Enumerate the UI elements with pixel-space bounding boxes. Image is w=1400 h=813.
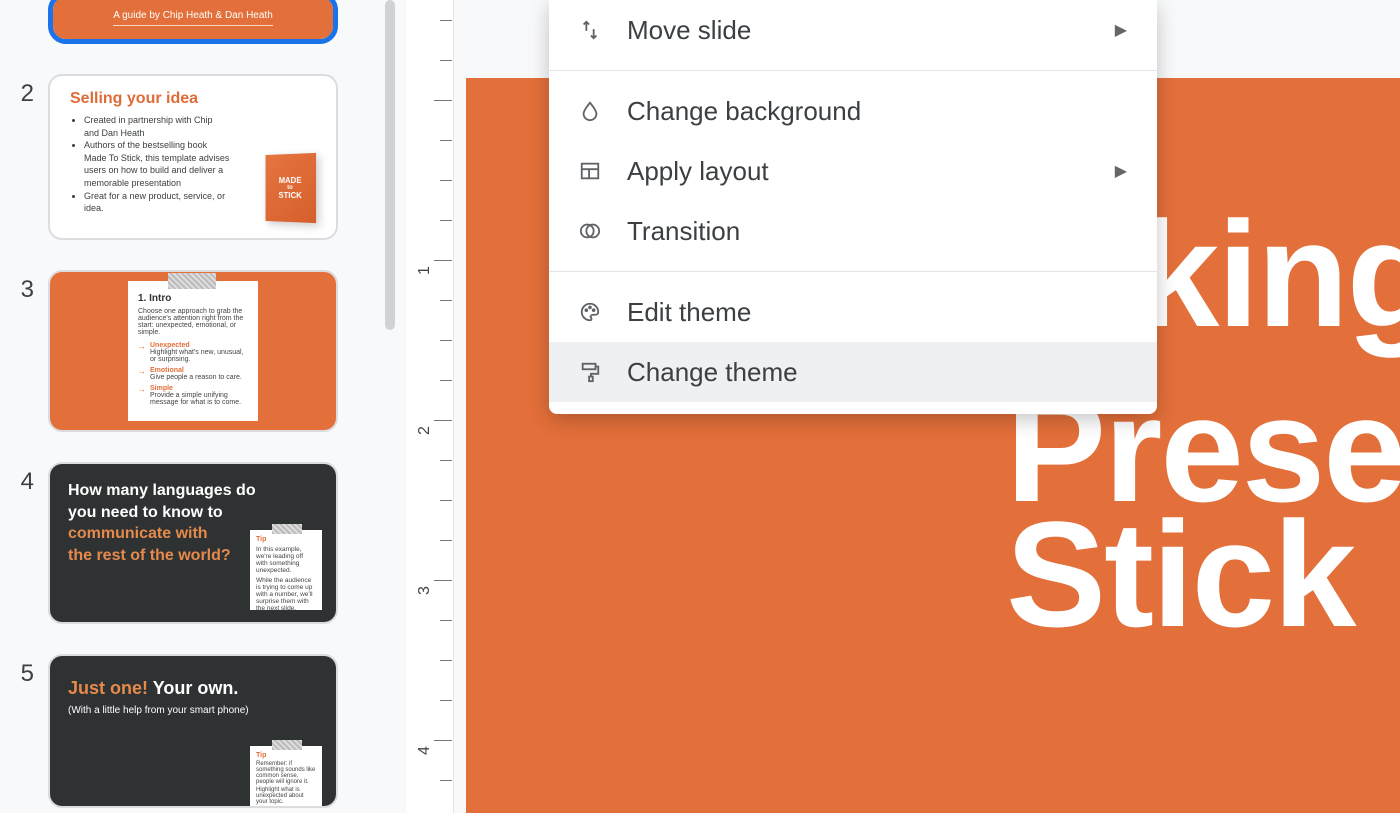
slide3-note-card: 1. Intro Choose one approach to grab the… (128, 281, 258, 421)
thumbnail-row-3: 3 1. Intro Choose one approach to grab t… (0, 270, 368, 432)
submenu-arrow-icon: ▶ (1115, 20, 1127, 40)
slide3-desc: Give people a reason to care. (150, 374, 242, 381)
thumbnail-number: 3 (0, 270, 48, 304)
slide-thumbnail-panel: A guide by Chip Heath & Dan Heath 2 Sell… (0, 0, 380, 813)
slide4-line: communicate with (68, 525, 208, 542)
slide3-heading: 1. Intro (138, 293, 248, 304)
menu-item-transition[interactable]: Transition (549, 201, 1157, 261)
thumbnail-row-5: 5 Just one! Your own. (With a little hel… (0, 654, 368, 808)
slide5-title: Just one! Your own. (68, 678, 318, 699)
canvas-title-fragment: Stick (1006, 488, 1355, 661)
canvas-title-fragment: king (1136, 188, 1400, 361)
transition-icon (579, 220, 627, 242)
slide3-lead: Choose one approach to grab the audience… (138, 308, 248, 336)
menu-item-move-slide[interactable]: Move slide ▶ (549, 0, 1157, 60)
thumbnail-scrollbar-thumb[interactable] (385, 0, 395, 330)
move-slide-icon (579, 19, 627, 41)
tip-text: Remember: if something sounds like commo… (256, 761, 316, 785)
menu-label: Edit theme (627, 297, 1127, 328)
tip-text: Highlight what is unexpected about your … (256, 787, 316, 805)
thumbnail-scrollbar-track[interactable] (385, 0, 397, 813)
thumbnail-row-2: 2 Selling your idea Created in partnersh… (0, 74, 368, 240)
palette-icon (579, 301, 627, 323)
tip-text: In this example, we're leading off with … (256, 546, 316, 574)
thumbnail-slide-4[interactable]: How many languages do you need to know t… (48, 462, 338, 624)
slide3-key: Unexpected (150, 342, 248, 349)
thumbnail-number: 2 (0, 74, 48, 108)
thumbnail-number: 4 (0, 462, 48, 496)
slide3-key: Emotional (150, 367, 242, 374)
thumbnail-row-4: 4 How many languages do you need to know… (0, 462, 368, 624)
slide5-title-b: Your own. (148, 678, 238, 698)
slide3-key: Simple (150, 385, 248, 392)
slide3-desc: Highlight what's new, unusual, or surpri… (150, 349, 244, 363)
slide2-bullet: Great for a new product, service, or ide… (84, 190, 230, 215)
book-word: MADE (266, 176, 317, 185)
menu-item-edit-theme[interactable]: Edit theme (549, 282, 1157, 342)
menu-item-apply-layout[interactable]: Apply layout ▶ (549, 141, 1157, 201)
slide2-bullet: Authors of the bestselling book Made To … (84, 139, 230, 189)
submenu-arrow-icon: ▶ (1115, 161, 1127, 181)
paint-roller-icon (579, 361, 627, 383)
tip-heading: Tip (256, 536, 316, 543)
tip-heading: Tip (256, 752, 316, 759)
menu-label: Change theme (627, 357, 1127, 388)
slide4-line: How many languages do (68, 482, 256, 499)
slide2-bullets: Created in partnership with Chip and Dan… (70, 114, 230, 215)
slide4-line: the rest of the world? (68, 547, 231, 564)
slide2-book-image: MADE to STICK (266, 153, 317, 223)
thumbnail-slide-2[interactable]: Selling your idea Created in partnership… (48, 74, 338, 240)
tip-text: While the audience is trying to come up … (256, 577, 316, 612)
thumbnail-slide-1[interactable]: A guide by Chip Heath & Dan Heath (48, 0, 338, 44)
slide4-tip-card: Tip In this example, we're leading off w… (250, 530, 322, 610)
book-word: STICK (266, 191, 317, 200)
layout-icon (579, 160, 627, 182)
slide1-subtitle: A guide by Chip Heath & Dan Heath (113, 10, 273, 26)
menu-separator (549, 271, 1157, 272)
menu-label: Move slide (627, 15, 1115, 46)
thumbnail-row-1: A guide by Chip Heath & Dan Heath (0, 0, 368, 44)
slide5-sub: (With a little help from your smart phon… (68, 705, 318, 716)
slide4-line: you need to know to (68, 504, 223, 521)
vertical-ruler[interactable]: 1 2 3 4 (406, 0, 454, 813)
thumbnail-number: 5 (0, 654, 48, 688)
slide3-desc: Provide a simple unifying message for wh… (150, 392, 241, 406)
slide5-title-a: Just one! (68, 678, 148, 698)
thumbnail-slide-5[interactable]: Just one! Your own. (With a little help … (48, 654, 338, 808)
slide5-tip-card: Tip Remember: if something sounds like c… (250, 746, 322, 806)
thumbnail-slide-3[interactable]: 1. Intro Choose one approach to grab the… (48, 270, 338, 432)
menu-item-change-theme[interactable]: Change theme (549, 342, 1157, 402)
ruler-label: 4 (416, 746, 434, 755)
droplet-icon (579, 100, 627, 122)
slide-context-menu: Move slide ▶ Change background Apply lay… (549, 0, 1157, 414)
menu-label: Change background (627, 96, 1127, 127)
menu-label: Transition (627, 216, 1127, 247)
ruler-label: 3 (416, 586, 434, 595)
ruler-label: 1 (416, 266, 434, 275)
menu-label: Apply layout (627, 156, 1115, 187)
slide2-title: Selling your idea (70, 90, 316, 108)
menu-separator (549, 70, 1157, 71)
slide2-bullet: Created in partnership with Chip and Dan… (84, 114, 230, 139)
menu-item-change-background[interactable]: Change background (549, 81, 1157, 141)
ruler-label: 2 (416, 426, 434, 435)
